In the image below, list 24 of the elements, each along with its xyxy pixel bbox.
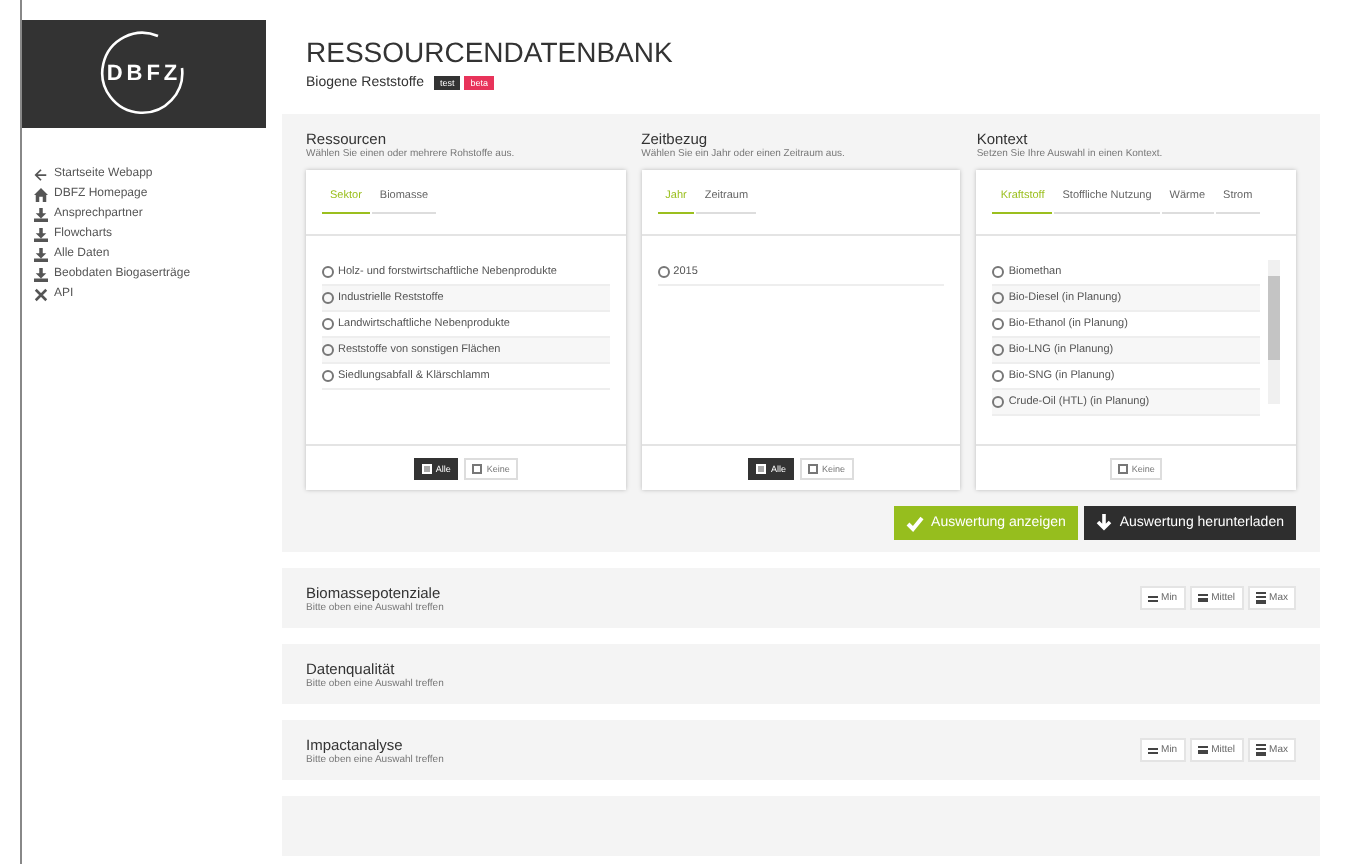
bars-icon (1147, 595, 1158, 601)
bars-icon (1255, 591, 1266, 605)
logo-ring-icon (98, 28, 190, 120)
bars-icon (1147, 747, 1158, 753)
home-icon (34, 188, 48, 202)
logo-text: DBFZ (106, 62, 182, 86)
bars-icon (1197, 593, 1208, 603)
cross-icon (34, 288, 48, 302)
download-icon (34, 268, 48, 282)
checkbox-icon (1117, 463, 1128, 473)
bars-icon (1197, 745, 1208, 755)
arrow-down-icon (1095, 514, 1112, 532)
checkbox-icon (472, 463, 483, 473)
page-title: RESSOURCENDATENBANK (306, 36, 675, 68)
scrollbar[interactable] (1268, 260, 1280, 404)
arrow-left-icon (34, 168, 48, 182)
checked-box-icon (421, 463, 432, 473)
checkmark-icon (905, 515, 924, 531)
download-icon (34, 228, 48, 242)
download-icon (34, 248, 48, 262)
bars-icon (1255, 743, 1266, 757)
download-icon (34, 208, 48, 222)
checked-box-icon (756, 463, 767, 473)
checkbox-icon (807, 463, 818, 473)
